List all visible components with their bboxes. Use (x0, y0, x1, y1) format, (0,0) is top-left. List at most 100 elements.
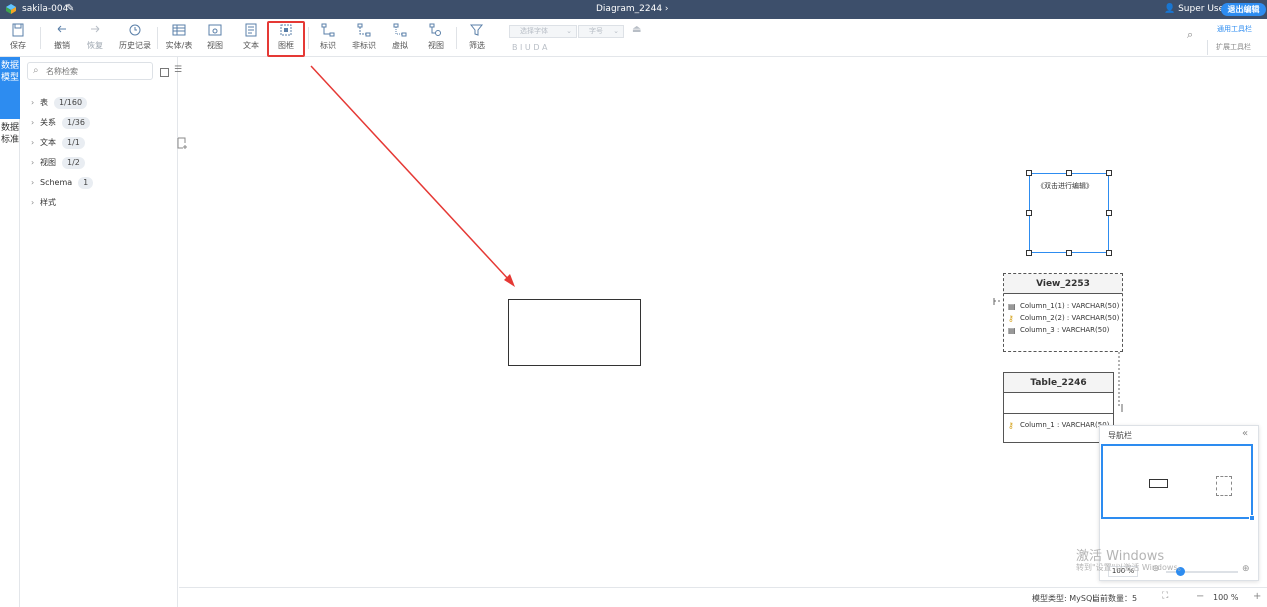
tab-data-model[interactable]: 数据模型 (0, 57, 20, 119)
text-format-buttons[interactable]: B I U D A (512, 43, 548, 52)
diagram-title[interactable]: Diagram_2244 › (596, 4, 669, 14)
resize-handle[interactable] (1106, 170, 1112, 176)
history-button[interactable]: 历史记录 (118, 21, 152, 55)
filter-icon (470, 24, 484, 36)
resize-handle[interactable] (1026, 170, 1032, 176)
entity-button[interactable]: 实体/表 (164, 21, 194, 55)
entity-title: View_2253 (1004, 274, 1122, 294)
resize-handle[interactable] (1106, 250, 1112, 256)
tree-item-label: 视图 (40, 158, 56, 167)
resize-handle[interactable] (1066, 170, 1072, 176)
virtual-rel-button[interactable]: 虚拟 (389, 21, 411, 55)
toolbar-divider (308, 27, 309, 49)
zoom-in-button[interactable]: + (1253, 591, 1261, 602)
tree-item-relations[interactable]: › 关系 1/36 (31, 116, 90, 130)
tree-search-input[interactable] (46, 65, 146, 77)
tree-item-styles[interactable]: › 样式 (31, 196, 56, 210)
navigator-resize-handle[interactable] (1249, 515, 1255, 521)
edit-pencil-icon[interactable]: ✎ (66, 3, 74, 14)
font-family-value: 选择字体 (520, 27, 548, 35)
navigator-mini-shape (1216, 476, 1232, 496)
toolbar: 保存 撤销 恢复 历史记录 实体/表 视图 文本 图框 标识 非标识 虚拟 视图… (0, 19, 1267, 57)
chevron-down-icon: ⌄ (566, 27, 572, 35)
font-size-select[interactable]: 字号 ⌄ (578, 25, 624, 38)
view-icon (208, 24, 222, 36)
tree-item-schema[interactable]: › Schema 1 (31, 176, 94, 190)
zoom-out-button[interactable]: − (1196, 591, 1204, 602)
column-text: Column_1 : VARCHAR(50) (1020, 421, 1110, 429)
undo-button[interactable]: 撤销 (50, 21, 74, 55)
tree-item-texts[interactable]: › 文本 1/1 (31, 136, 85, 150)
font-family-select[interactable]: 选择字体 ⌄ (509, 25, 577, 38)
history-icon (129, 24, 141, 36)
frame-button-highlight (267, 21, 305, 57)
tree-item-label: 文本 (40, 138, 56, 147)
toolbar-divider (40, 27, 41, 49)
resize-handle[interactable] (1026, 210, 1032, 216)
object-count-label: 当前数量：5 (1092, 594, 1138, 603)
new-frame-shape[interactable] (508, 299, 641, 366)
non-identifying-label: 非标识 (352, 41, 376, 50)
app-logo-icon (6, 4, 16, 14)
tree-item-count: 1/1 (62, 137, 85, 149)
navigator-title: 导航栏 (1108, 431, 1132, 440)
view-rel-icon (429, 23, 441, 36)
title-bar: sakila-004 ✎ Diagram_2244 › 👤 Super User… (0, 0, 1267, 19)
navigator-mini-shape (1149, 479, 1168, 488)
select-all-checkbox[interactable] (160, 68, 169, 77)
chevron-down-icon: ⌄ (613, 27, 619, 35)
filter-label: 筛选 (469, 41, 485, 50)
save-button[interactable]: 保存 (6, 21, 30, 55)
resize-handle[interactable] (1026, 250, 1032, 256)
undo-label: 撤销 (54, 41, 70, 50)
navigator-viewport[interactable] (1101, 444, 1253, 519)
project-name[interactable]: sakila-004 (22, 4, 68, 14)
resize-handle[interactable] (1106, 210, 1112, 216)
text-button[interactable]: 文本 (240, 21, 262, 55)
undo-icon (57, 25, 66, 33)
chevron-right-icon: › (31, 98, 35, 107)
collapse-icon[interactable]: « (1242, 428, 1248, 439)
chevron-right-icon: › (31, 198, 35, 207)
note-text: 《双击进行编辑》 (1037, 182, 1093, 190)
tree-item-views[interactable]: › 视图 1/2 (31, 156, 85, 170)
toolbar-search-icon[interactable]: ⌕ (1187, 28, 1193, 42)
identifying-rel-button[interactable]: 标识 (317, 21, 339, 55)
activation-watermark-subtitle: 转到"设置"以激活 Windows。 (1076, 563, 1186, 572)
user-menu[interactable]: 👤 Super User (1164, 4, 1228, 14)
view-button[interactable]: 视图 (204, 21, 226, 55)
identifying-rel-icon (321, 23, 335, 37)
view-rel-label: 视图 (428, 41, 444, 50)
font-size-value: 字号 (589, 27, 603, 35)
redo-button[interactable]: 恢复 (83, 21, 107, 55)
exit-edit-button[interactable]: 退出编辑 (1221, 3, 1266, 16)
relation-connector (993, 298, 1123, 412)
text-note-selected[interactable]: 《双击进行编辑》 (1029, 173, 1109, 253)
resize-handle[interactable] (1066, 250, 1072, 256)
tree-item-label: Schema (40, 178, 73, 187)
tree-item-tables[interactable]: › 表 1/160 (31, 96, 88, 110)
chevron-right-icon: › (31, 118, 35, 127)
text-icon (245, 23, 257, 37)
tab-data-standard[interactable]: 数据标准 (0, 119, 20, 183)
chevron-right-icon: › (31, 158, 35, 167)
model-tree-panel: ⌕ ☰ ›表1/160 ›关系1/36 ›文本1/1 ›视图1/2 ›Schem… (20, 57, 187, 607)
common-toolbar-tab[interactable]: 通用工具栏 (1217, 24, 1252, 34)
zoom-in-icon[interactable]: ⊕ (1242, 564, 1250, 574)
redo-label: 恢复 (87, 41, 103, 50)
tree-item-count: 1/160 (54, 97, 88, 109)
toolbar-divider (157, 27, 158, 49)
fit-screen-icon[interactable]: ⛶ (1162, 591, 1176, 603)
history-label: 历史记录 (119, 41, 151, 50)
text-label: 文本 (243, 41, 259, 50)
entity-column[interactable]: ⚷ Column_1 : VARCHAR(50) (1004, 419, 1113, 431)
save-icon (12, 23, 24, 37)
zoom-value[interactable]: 100 % (1213, 593, 1238, 602)
ext-toolbar-tab[interactable]: 扩展工具栏 (1207, 40, 1267, 55)
view-rel-button[interactable]: 视图 (425, 21, 447, 55)
non-identifying-rel-button[interactable]: 非标识 (350, 21, 378, 55)
key-icon: ⚷ (1008, 421, 1014, 430)
filter-button[interactable]: 筛选 (463, 21, 491, 55)
chevron-right-icon: › (31, 178, 35, 187)
fill-color-icon[interactable]: ⏏ (632, 24, 641, 35)
